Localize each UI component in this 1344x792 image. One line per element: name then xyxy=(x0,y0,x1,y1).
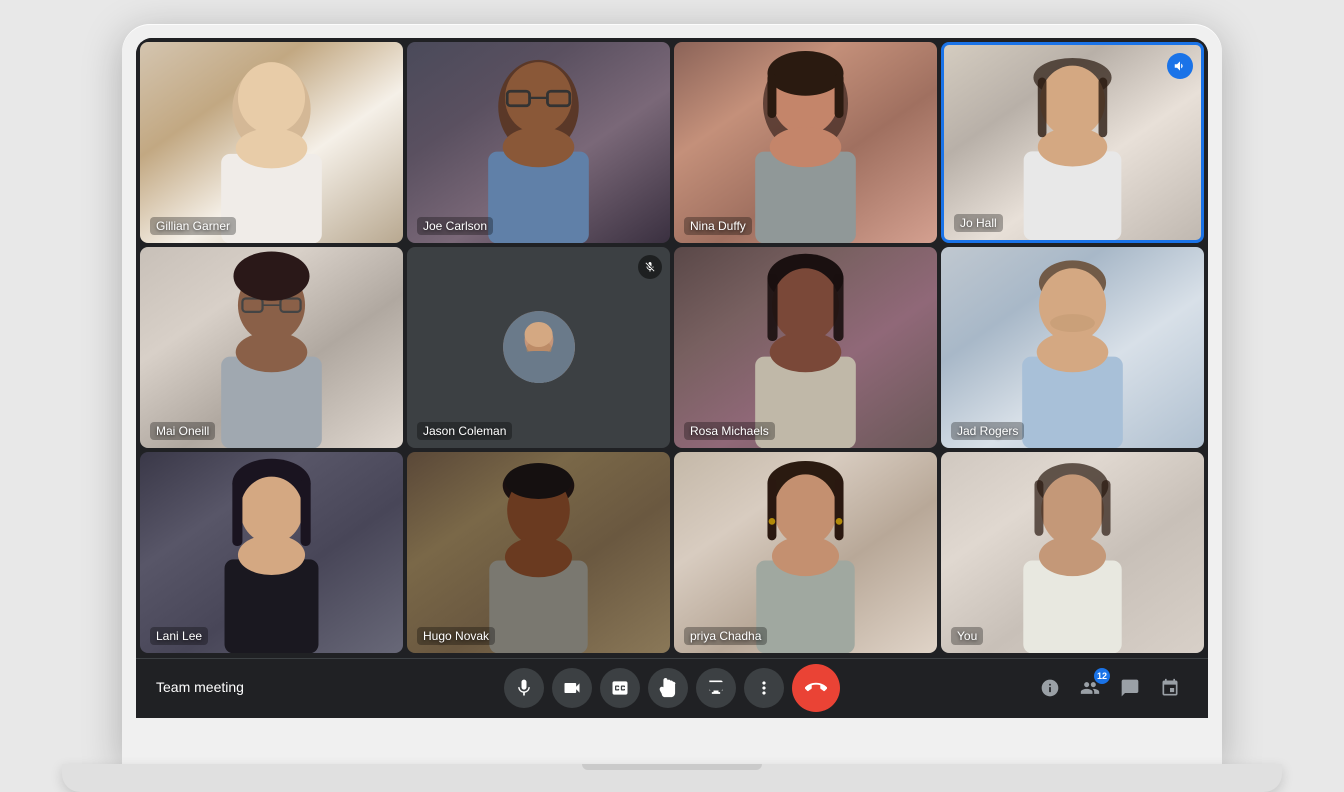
raise-hand-button[interactable] xyxy=(648,668,688,708)
participant-name-nina: Nina Duffy xyxy=(684,217,752,235)
bottom-bar: Team meeting xyxy=(136,658,1208,718)
tile-jason[interactable]: Jason Coleman xyxy=(407,247,670,448)
participant-name-joe: Joe Carlson xyxy=(417,217,493,235)
laptop-screen: Gillian Garner Joe Carlson xyxy=(136,38,1208,718)
meeting-title: Team meeting xyxy=(156,679,244,695)
activities-button[interactable] xyxy=(1152,670,1188,706)
controls-center xyxy=(504,664,840,712)
participant-name-jason: Jason Coleman xyxy=(417,422,512,440)
info-button[interactable] xyxy=(1032,670,1068,706)
present-button[interactable] xyxy=(696,668,736,708)
tile-mai[interactable]: Mai Oneill xyxy=(140,247,403,448)
chat-button[interactable] xyxy=(1112,670,1148,706)
participant-name-lani: Lani Lee xyxy=(150,627,208,645)
tile-gillian[interactable]: Gillian Garner xyxy=(140,42,403,243)
tile-joe[interactable]: Joe Carlson xyxy=(407,42,670,243)
camera-button[interactable] xyxy=(552,668,592,708)
meeting-info: Team meeting xyxy=(156,679,504,697)
participant-name-priya: priya Chadha xyxy=(684,627,767,645)
jo-speaker-badge xyxy=(1167,53,1193,79)
participants-badge: 12 xyxy=(1094,668,1110,684)
tile-jad[interactable]: Jad Rogers xyxy=(941,247,1204,448)
participant-name-hugo: Hugo Novak xyxy=(417,627,495,645)
participant-name-you: You xyxy=(951,627,983,645)
tile-you[interactable]: You xyxy=(941,452,1204,653)
participants-button[interactable]: 12 xyxy=(1072,670,1108,706)
tile-jo[interactable]: Jo Hall xyxy=(941,42,1204,243)
jason-avatar xyxy=(503,311,575,383)
laptop-base xyxy=(62,764,1282,792)
tile-hugo[interactable]: Hugo Novak xyxy=(407,452,670,653)
jason-mute-icon xyxy=(638,255,662,279)
participant-name-rosa: Rosa Michaels xyxy=(684,422,775,440)
captions-button[interactable] xyxy=(600,668,640,708)
controls-right: 12 xyxy=(840,670,1188,706)
tile-lani[interactable]: Lani Lee xyxy=(140,452,403,653)
participant-name-mai: Mai Oneill xyxy=(150,422,215,440)
laptop-container: Gillian Garner Joe Carlson xyxy=(122,24,1222,764)
tile-nina[interactable]: Nina Duffy xyxy=(674,42,937,243)
participant-name-gillian: Gillian Garner xyxy=(150,217,236,235)
more-button[interactable] xyxy=(744,668,784,708)
tile-rosa[interactable]: Rosa Michaels xyxy=(674,247,937,448)
video-grid: Gillian Garner Joe Carlson xyxy=(136,38,1208,658)
tile-priya[interactable]: priya Chadha xyxy=(674,452,937,653)
participant-name-jad: Jad Rogers xyxy=(951,422,1024,440)
mic-button[interactable] xyxy=(504,668,544,708)
participant-name-jo: Jo Hall xyxy=(954,214,1003,232)
end-call-button[interactable] xyxy=(792,664,840,712)
